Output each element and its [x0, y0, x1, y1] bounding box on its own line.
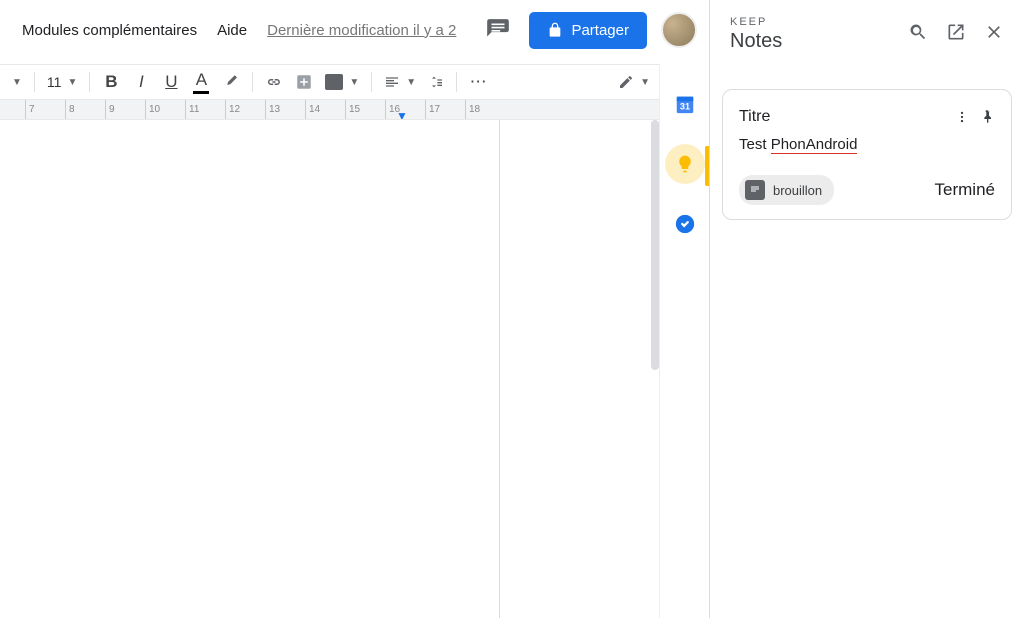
margin-marker-icon[interactable]: ▼	[396, 109, 408, 120]
close-icon[interactable]	[984, 22, 1004, 47]
avatar[interactable]	[661, 12, 697, 48]
separator	[252, 72, 253, 92]
ruler-tick: 14	[305, 100, 345, 119]
calendar-icon[interactable]: 31	[665, 84, 705, 124]
ruler-tick: 8	[65, 100, 105, 119]
comments-icon[interactable]	[481, 13, 515, 47]
tasks-icon[interactable]	[665, 204, 705, 244]
keep-eyebrow: KEEP	[730, 16, 908, 28]
ruler-tick: 10	[145, 100, 185, 119]
font-size-value: 11	[47, 74, 62, 90]
ruler-tick: 12	[225, 100, 265, 119]
ruler-tick: 15	[345, 100, 385, 119]
scrollbar[interactable]	[651, 120, 659, 370]
keep-title: Notes	[730, 30, 908, 53]
menu-bar: Modules complémentaires Aide Dernière mo…	[12, 22, 466, 39]
ruler-tick: 6	[0, 100, 25, 119]
header-actions: Partager	[481, 12, 697, 49]
ruler-tick: 17	[425, 100, 465, 119]
menu-addons[interactable]: Modules complémentaires	[12, 22, 207, 39]
italic-button[interactable]: I	[128, 69, 154, 95]
ruler: 6 7 8 9 10 11 12 13 14 15 16 17 18 ▼	[0, 100, 709, 120]
note-title-field[interactable]: Titre	[739, 108, 770, 126]
font-size-dropdown[interactable]: 11▼	[43, 74, 81, 90]
lock-icon	[547, 22, 563, 38]
document-page[interactable]	[0, 120, 500, 618]
underline-button[interactable]: U	[158, 69, 184, 95]
insert-link-button[interactable]	[261, 69, 287, 95]
ruler-tick: 11	[185, 100, 225, 119]
last-modified-link[interactable]: Dernière modification il y a 2	[257, 22, 466, 39]
separator	[456, 72, 457, 92]
document-area[interactable]	[0, 120, 709, 618]
keep-panel: KEEP Notes Titre	[709, 0, 1024, 618]
header-bar: Modules complémentaires Aide Dernière mo…	[0, 0, 709, 60]
bold-button[interactable]: B	[98, 69, 124, 95]
source-badge[interactable]: brouillon	[739, 175, 834, 205]
toolbar: ▼ 11▼ B I U A ▼ ▼ ⋯ ▼	[0, 64, 709, 100]
ruler-tick: 7	[25, 100, 65, 119]
open-in-new-icon[interactable]	[946, 22, 966, 47]
separator	[89, 72, 90, 92]
more-icon[interactable]	[955, 108, 969, 131]
separator	[34, 72, 35, 92]
keep-icon[interactable]	[665, 144, 705, 184]
search-icon[interactable]	[908, 22, 928, 47]
text-color-button[interactable]: A	[188, 69, 214, 95]
docs-icon	[745, 180, 765, 200]
share-label: Partager	[571, 22, 629, 39]
align-dropdown[interactable]: ▼	[380, 74, 420, 90]
side-rail: 31	[659, 64, 709, 618]
svg-text:31: 31	[679, 102, 689, 112]
done-button[interactable]: Terminé	[935, 180, 995, 200]
ruler-tick: 18	[465, 100, 505, 119]
note-body-marked: PhonAndroid	[771, 136, 858, 154]
ruler-tick: 13	[265, 100, 305, 119]
editing-mode-button[interactable]: ▼	[614, 74, 654, 90]
add-comment-button[interactable]	[291, 69, 317, 95]
highlight-button[interactable]	[218, 69, 244, 95]
badge-label: brouillon	[773, 183, 822, 198]
more-button[interactable]: ⋯	[465, 69, 491, 95]
insert-image-button[interactable]: ▼	[321, 74, 363, 90]
styles-dropdown[interactable]: ▼	[8, 77, 26, 88]
pin-icon[interactable]	[979, 108, 995, 131]
menu-help[interactable]: Aide	[207, 22, 257, 39]
note-body-prefix: Test	[739, 136, 771, 153]
share-button[interactable]: Partager	[529, 12, 647, 49]
line-spacing-button[interactable]	[424, 74, 448, 90]
note-body-field[interactable]: Test PhonAndroid	[739, 136, 995, 153]
ruler-tick: 9	[105, 100, 145, 119]
separator	[371, 72, 372, 92]
note-card[interactable]: Titre Test PhonAndroid brouillon Terminé	[722, 89, 1012, 220]
keep-header: KEEP Notes	[710, 0, 1024, 61]
